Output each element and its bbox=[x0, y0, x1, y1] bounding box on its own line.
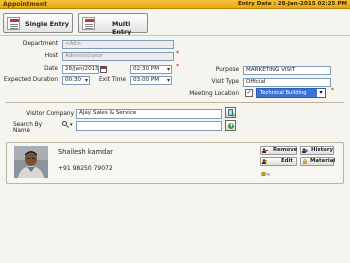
section-divider bbox=[6, 102, 344, 103]
history-icon bbox=[302, 148, 308, 153]
purpose-field[interactable]: MARKETING VISIT bbox=[243, 66, 331, 75]
lock-icon bbox=[302, 158, 308, 164]
meeting-location-label: Meeting Location bbox=[189, 91, 239, 97]
window-title: Appointment bbox=[3, 1, 48, 8]
purpose-label: Purpose bbox=[215, 67, 239, 73]
tab-label: Single Entry bbox=[25, 20, 69, 28]
required-mark: * bbox=[331, 87, 334, 94]
required-mark: * bbox=[176, 63, 179, 70]
plus-icon: + bbox=[230, 111, 236, 119]
visit-type-label: Visit Type bbox=[211, 79, 239, 85]
department-field[interactable]: <All> bbox=[62, 40, 174, 49]
date-field[interactable]: 28/Jan/2015 bbox=[62, 65, 99, 74]
visitor-company-field[interactable]: Ajay Sales & Service bbox=[76, 109, 222, 119]
host-field[interactable]: Administrator bbox=[62, 52, 174, 61]
meeting-location-checkbox[interactable]: ✓ bbox=[245, 89, 253, 97]
user-edit-icon bbox=[262, 159, 268, 164]
plus-icon: + bbox=[229, 122, 235, 129]
expected-duration-label: Expected Duration bbox=[3, 77, 58, 83]
calendar-icon[interactable] bbox=[100, 66, 107, 73]
history-button[interactable]: History bbox=[300, 146, 334, 155]
tab-divider bbox=[0, 35, 350, 36]
add-company-button[interactable]: + bbox=[225, 107, 236, 119]
edit-button[interactable]: Edit bbox=[260, 157, 297, 166]
meeting-location-value: Technical Building bbox=[260, 90, 307, 96]
visit-type-field[interactable]: Official bbox=[243, 78, 331, 87]
user-remove-icon bbox=[262, 148, 268, 153]
meeting-location-select[interactable]: Technical Building ▾ bbox=[256, 88, 326, 98]
title-bar: Appointment Entry Date : 28-Jan-2015 02:… bbox=[0, 0, 350, 9]
required-mark: * bbox=[176, 50, 179, 57]
time-select[interactable]: 02:30 PM bbox=[130, 65, 172, 74]
form-icon bbox=[82, 17, 95, 30]
key-icon[interactable] bbox=[261, 171, 271, 177]
search-by-name-field[interactable] bbox=[76, 121, 222, 131]
visitor-company-label: Visitor Company bbox=[26, 111, 74, 117]
search-by-name-label: Search By Name bbox=[13, 122, 43, 134]
entry-date: Entry Date : 28-Jan-2015 02:25 PM bbox=[237, 1, 347, 7]
department-label: Department bbox=[22, 41, 58, 47]
exit-time-label: Exit Time bbox=[98, 77, 126, 83]
duration-select[interactable]: 00:30 bbox=[62, 76, 90, 85]
search-icon[interactable]: ▾ bbox=[62, 121, 74, 129]
visitor-phone: +91 98250 79072 bbox=[58, 165, 113, 172]
form-icon bbox=[7, 17, 20, 30]
chevron-down-icon: ▾ bbox=[317, 89, 325, 97]
visitor-name: Shailesh kamdar bbox=[58, 148, 113, 156]
tab-multi-entry[interactable]: Multi Entry bbox=[78, 13, 148, 36]
remove-button[interactable]: Remove bbox=[260, 146, 297, 155]
visitor-photo bbox=[14, 146, 48, 178]
tab-label: Multi Entry bbox=[112, 20, 132, 36]
exit-time-select[interactable]: 03:00 PM bbox=[130, 76, 172, 85]
material-button[interactable]: Material bbox=[300, 157, 335, 166]
host-label: Host bbox=[44, 53, 58, 59]
tab-single-entry[interactable]: Single Entry bbox=[3, 13, 73, 33]
add-visitor-button[interactable]: + bbox=[225, 120, 236, 131]
date-label: Date bbox=[44, 66, 58, 72]
